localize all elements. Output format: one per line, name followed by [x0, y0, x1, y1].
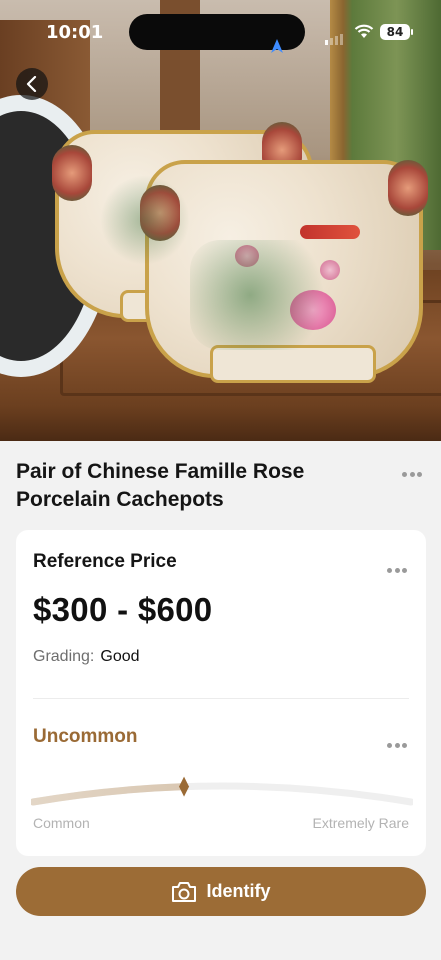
- cachepot-front-foot: [210, 345, 376, 383]
- battery-cap: [411, 29, 413, 35]
- battery-icon: 84: [380, 24, 410, 40]
- more-dots-icon[interactable]: [387, 735, 410, 753]
- rarity-scale-max-label: Extremely Rare: [312, 815, 409, 831]
- more-dots-icon[interactable]: [402, 464, 425, 482]
- card-divider: [33, 698, 409, 699]
- rarity-marker-icon: [179, 776, 190, 797]
- rarity-scale-min-label: Common: [33, 815, 90, 831]
- grading-label: Grading:: [33, 648, 95, 665]
- bird-motif: [300, 225, 360, 239]
- chevron-left-icon: [26, 76, 37, 92]
- identify-label: Identify: [206, 881, 271, 901]
- rarity-scale: [31, 776, 413, 806]
- grading-value: Good: [100, 648, 140, 665]
- status-bar: 10:01 84: [0, 0, 441, 64]
- wifi-icon: [354, 24, 374, 38]
- foliage-motif: [190, 240, 340, 350]
- rarity-label: Uncommon: [33, 726, 138, 747]
- price-range: $300 - $600: [33, 591, 213, 628]
- cachepot-handle: [52, 145, 92, 201]
- status-time: 10:01: [46, 22, 104, 43]
- cellular-signal-icon: [325, 27, 345, 45]
- item-photo: [0, 0, 441, 441]
- item-title: Pair of Chinese Famille Rose Porcelain C…: [16, 460, 305, 511]
- price-card: Reference Price $300 - $600 Grading: Good…: [16, 530, 426, 856]
- grading-row: Grading: Good: [33, 648, 140, 666]
- reference-price-heading: Reference Price: [33, 551, 177, 572]
- identify-button[interactable]: Identify: [16, 867, 426, 916]
- dynamic-island: [129, 14, 305, 53]
- navigation-arrow-icon: [271, 39, 283, 53]
- cachepot-handle: [388, 160, 428, 216]
- back-button[interactable]: [16, 68, 48, 100]
- more-dots-icon[interactable]: [387, 560, 410, 578]
- foliage-motif: [100, 175, 190, 265]
- camera-icon: [172, 881, 197, 902]
